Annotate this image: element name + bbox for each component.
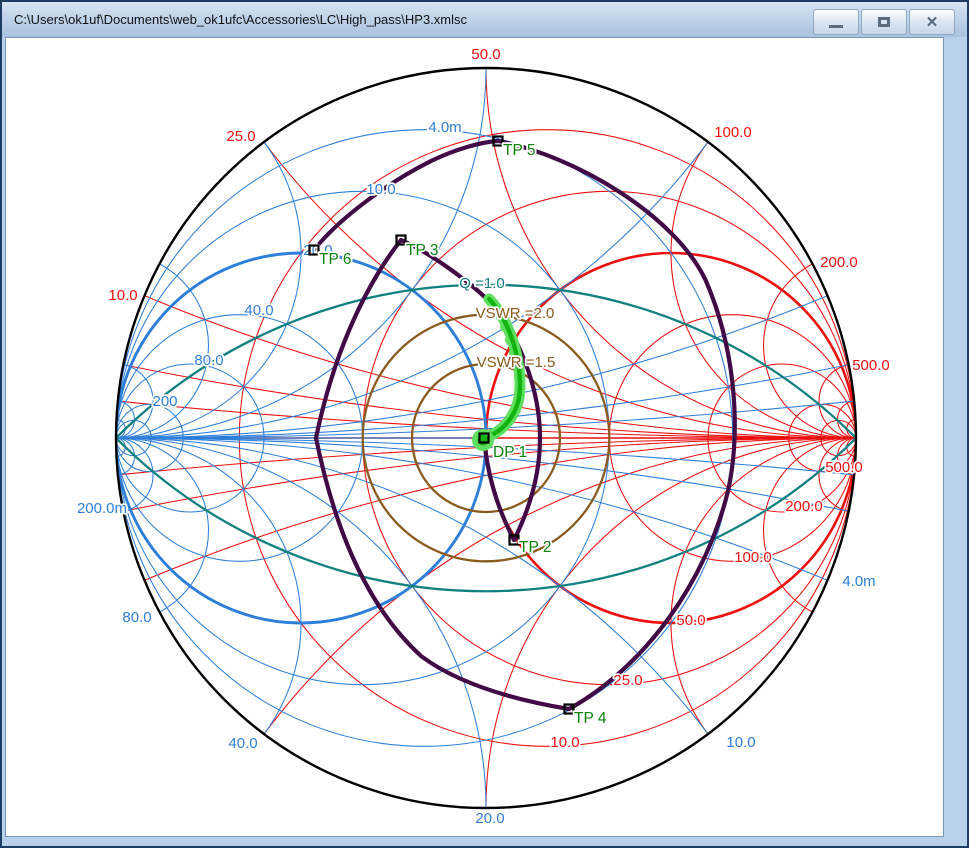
chart-client-area: 50.0 25.0 10.0 100.0 200.0 500.0 500.0 200.0 100… — [5, 37, 944, 837]
impedance-label: 25.0 — [613, 672, 642, 689]
admittance-label: 40.0 — [244, 302, 273, 319]
impedance-label: 25.0 — [226, 128, 255, 145]
admittance-label: 10.0 — [726, 734, 755, 751]
impedance-label: 500.0 — [825, 459, 863, 476]
close-button[interactable]: ✕ — [909, 9, 955, 35]
admittance-label: 40.0 — [228, 735, 257, 752]
testpoint-label: TP 2 — [519, 539, 551, 556]
admittance-label: 80.0 — [122, 609, 151, 626]
impedance-label: 100.0 — [714, 124, 752, 141]
testpoint-label: TP 6 — [319, 251, 351, 268]
smith-chart[interactable]: 50.0 25.0 10.0 100.0 200.0 500.0 500.0 200.0 100… — [6, 38, 943, 836]
admittance-label: 200 — [152, 393, 177, 410]
admittance-label: 80.0 — [194, 352, 223, 369]
admittance-label: 10.0 — [366, 181, 395, 198]
impedance-label: 50.0 — [676, 612, 705, 629]
impedance-label: 500.0 — [852, 357, 890, 374]
impedance-label: 200.0 — [820, 254, 858, 271]
q-label: Q =1.0 — [459, 275, 504, 292]
maximize-button[interactable] — [861, 9, 907, 35]
minimize-button[interactable] — [813, 9, 859, 35]
vswr-label: VSWR =1.5 — [477, 354, 556, 371]
admittance-label: 200.0m — [77, 500, 127, 517]
window-title: C:\Users\ok1uf\Documents\web_ok1ufc\Acce… — [14, 12, 467, 27]
window-controls: ✕ — [813, 9, 955, 35]
admittance-label: 4.0m — [428, 119, 461, 136]
testpoint-label: DP 1 — [493, 444, 527, 461]
testpoint-label: TP 3 — [406, 242, 438, 259]
close-icon: ✕ — [926, 15, 939, 30]
testpoint-label: TP 5 — [503, 142, 535, 159]
maximize-icon — [878, 17, 890, 27]
impedance-label: 10.0 — [108, 287, 137, 304]
impedance-label: 100.0 — [734, 549, 772, 566]
vswr-label: VSWR =2.0 — [476, 305, 555, 322]
testpoint-label: TP 4 — [574, 710, 607, 727]
admittance-label: 20.0 — [475, 810, 504, 827]
app-window: C:\Users\ok1uf\Documents\web_ok1ufc\Acce… — [0, 0, 969, 848]
admittance-label: 4.0m — [842, 573, 875, 590]
impedance-label: 50.0 — [471, 46, 500, 63]
impedance-label: 200.0 — [785, 498, 823, 515]
minimize-icon — [829, 25, 843, 28]
impedance-label: 10.0 — [550, 734, 579, 751]
